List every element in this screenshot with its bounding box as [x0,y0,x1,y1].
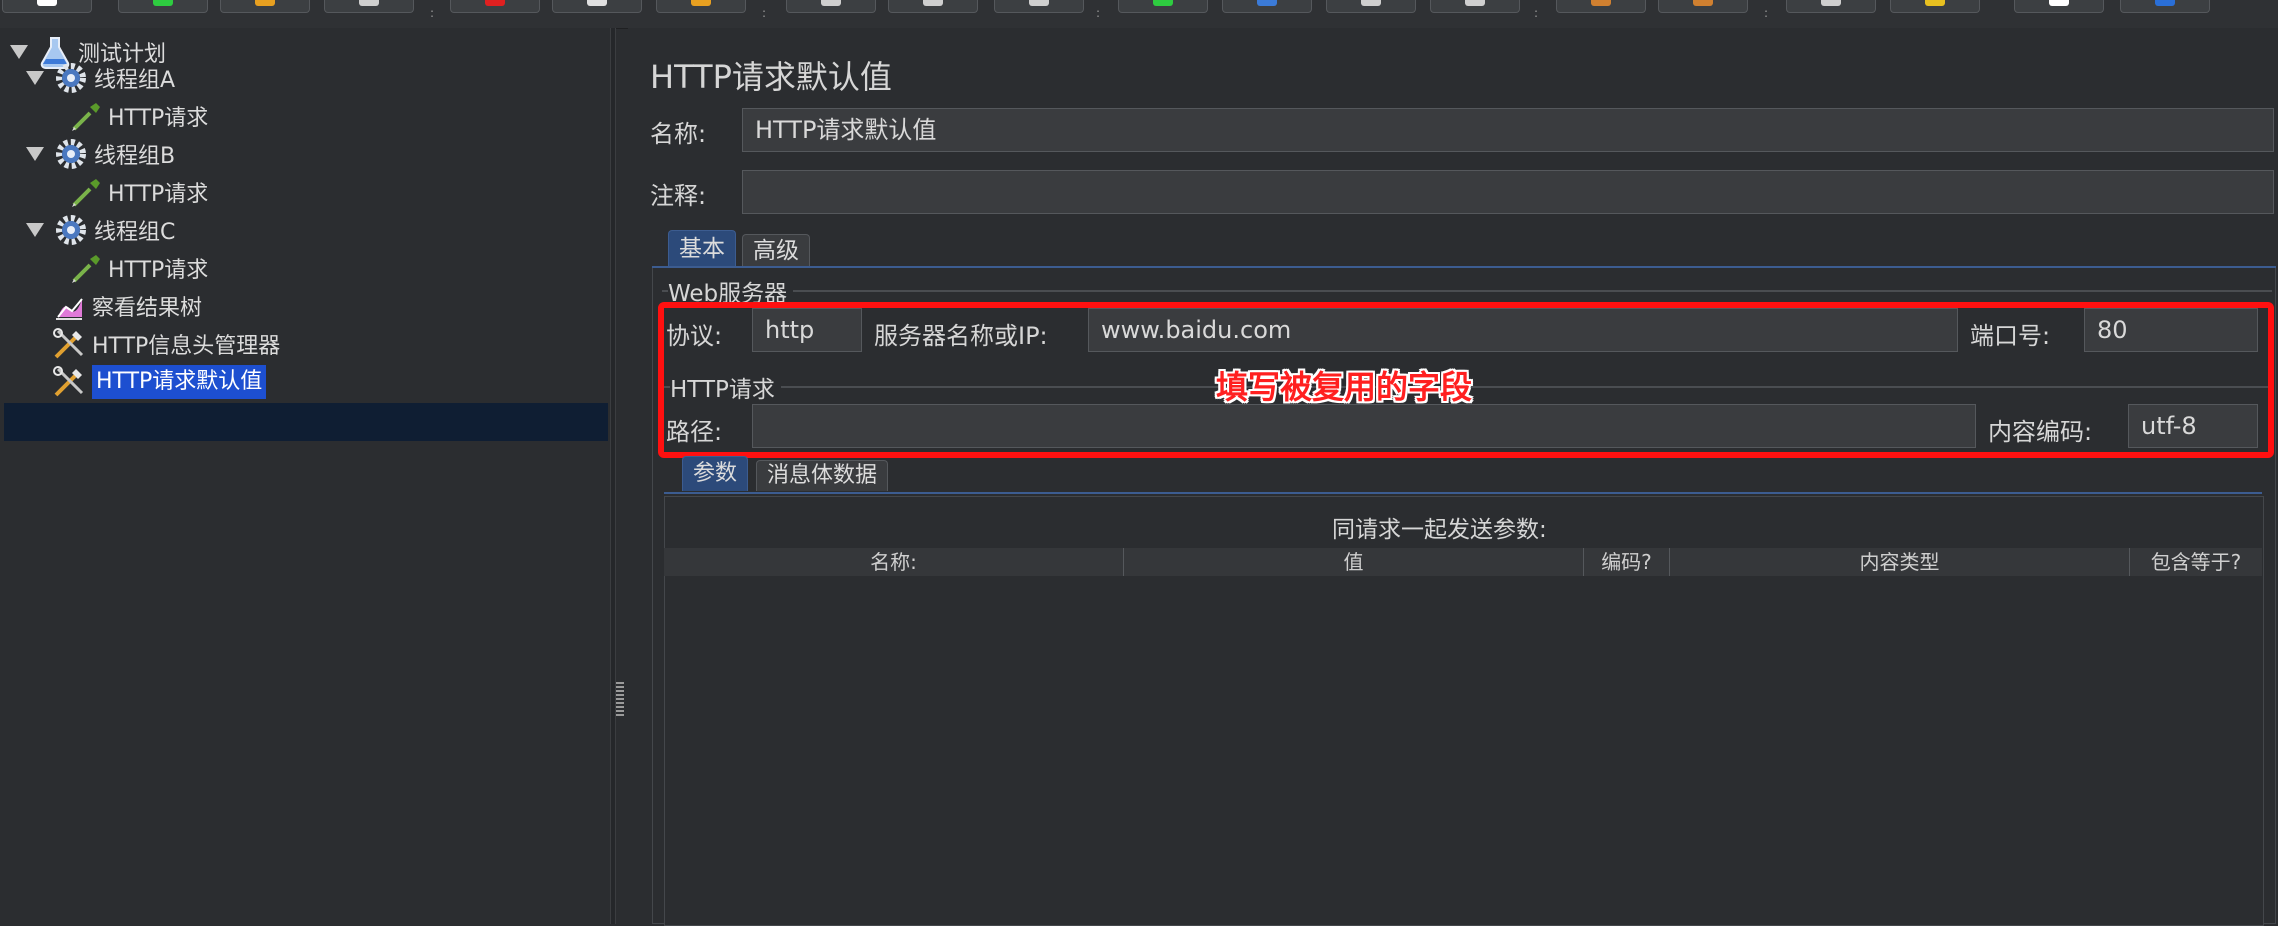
tree-item-thread-group-b[interactable]: 线程组B [26,136,175,172]
toolbar-button-icon [587,0,607,6]
tree-item-label: HTTP信息头管理器 [92,334,281,359]
test-plan-tree: 测试计划 线程组A HTTP请求 线程组B HTTP请求 线程组C HTTP请求… [0,28,610,924]
gear-icon [54,61,88,95]
tree-item-label: HTTP请求 [108,106,209,131]
toolbar-button-icon [153,0,173,6]
pipette-icon [68,251,102,285]
tree-item-http-request[interactable]: HTTP请求 [68,98,208,134]
tree-item-label: 线程组A [94,68,176,93]
tree-item-thread-group-c[interactable]: 线程组C [26,212,175,248]
toolbar-button-icon [691,0,711,6]
toolbar-button[interactable] [1430,0,1520,13]
toolbar-button[interactable] [994,0,1084,13]
tree-item-label: HTTP请求 [108,258,209,283]
tree-item-http-defaults[interactable]: HTTP请求默认值 [52,364,267,400]
toolbar-button[interactable] [118,0,208,13]
tools-icon [52,327,86,361]
toolbar-button[interactable] [656,0,746,13]
expand-triangle-icon[interactable] [10,45,28,59]
pipette-icon [68,175,102,209]
page-title: HTTP请求默认值 [650,58,892,96]
toolbar-button-icon [485,0,505,6]
column-header-name[interactable]: 名称: [664,548,1124,576]
column-header-value[interactable]: 值 [1124,548,1584,576]
tree-item-http-request[interactable]: HTTP请求 [68,174,208,210]
tree-item-label: HTTP请求 [108,182,209,207]
toolbar-button[interactable] [1658,0,1748,13]
toolbar-button[interactable] [1326,0,1416,13]
group-border [662,290,2272,292]
tab-parameters[interactable]: 参数 [682,456,749,491]
column-header-encode[interactable]: 编码? [1584,548,1670,576]
expand-triangle-icon[interactable] [26,147,44,161]
toolbar-button[interactable] [2,0,92,13]
toolbar-button-icon [2155,0,2175,6]
split-divider[interactable] [610,28,616,924]
gear-icon [54,213,88,247]
tree-item-result-tree[interactable]: 察看结果树 [52,288,202,324]
tab-body-data[interactable]: 消息体数据 [756,460,889,491]
expand-triangle-icon[interactable] [26,223,44,237]
column-header-content-type[interactable]: 内容类型 [1670,548,2130,576]
name-field[interactable]: HTTP请求默认值 [742,108,2274,152]
toolbar-button-icon [1591,0,1611,6]
toolbar-separator: : [1764,6,1769,20]
gear-icon [54,137,88,171]
comment-label: 注释: [650,182,707,210]
tree-item-thread-group-a[interactable]: 线程组A [26,60,175,96]
toolbar-button-icon [37,0,57,6]
toolbar-button-icon [1361,0,1381,6]
tree-item-label: 线程组B [94,144,176,169]
toolbar-button[interactable] [1118,0,1208,13]
params-caption: 同请求一起发送参数: [1332,517,1547,543]
toolbar-button-icon [1821,0,1841,6]
toolbar-button[interactable] [552,0,642,13]
toolbar-button-icon [1693,0,1713,6]
tree-item-http-request[interactable]: HTTP请求 [68,250,208,286]
toolbar-separator: : [430,6,435,20]
toolbar: ::::: [0,0,2278,29]
toolbar-button[interactable] [1786,0,1876,13]
annotation-text: 填写被复用的字段 [1216,368,1473,406]
toolbar-button[interactable] [1890,0,1980,13]
toolbar-separator: : [1534,6,1539,20]
name-label: 名称: [650,120,707,148]
tree-item-label: 察看结果树 [92,296,203,321]
subtab-underline [664,492,2262,494]
toolbar-button-icon [821,0,841,6]
toolbar-button-icon [2049,0,2069,6]
toolbar-button-icon [1153,0,1173,6]
toolbar-button-icon [1029,0,1049,6]
toolbar-button-icon [1465,0,1485,6]
tree-item-header-manager[interactable]: HTTP信息头管理器 [52,326,280,362]
toolbar-button[interactable] [2120,0,2210,13]
toolbar-button[interactable] [324,0,414,13]
toolbar-button-icon [359,0,379,6]
toolbar-button[interactable] [2014,0,2104,13]
toolbar-button[interactable] [888,0,978,13]
tab-advanced[interactable]: 高级 [742,234,810,267]
toolbar-button-icon [1925,0,1945,6]
chart-icon [52,289,86,323]
expand-triangle-icon[interactable] [26,71,44,85]
tools-icon [52,365,86,399]
toolbar-button[interactable] [1556,0,1646,13]
toolbar-separator: : [762,6,767,20]
toolbar-button-icon [923,0,943,6]
column-header-include-equals[interactable]: 包含等于? [2130,548,2262,576]
divider-grip-icon[interactable] [616,680,624,716]
comment-field[interactable] [742,170,2274,214]
tree-item-label: HTTP请求默认值 [92,365,267,399]
toolbar-button[interactable] [786,0,876,13]
tree-item-label: 线程组C [94,220,176,245]
toolbar-button[interactable] [1222,0,1312,13]
toolbar-button-icon [1257,0,1277,6]
toolbar-button[interactable] [450,0,540,13]
tab-basic[interactable]: 基本 [668,230,736,267]
toolbar-separator: : [1096,6,1101,20]
pipette-icon [68,99,102,133]
selected-row-highlight [4,403,608,441]
toolbar-button[interactable] [220,0,310,13]
toolbar-button-icon [255,0,275,6]
